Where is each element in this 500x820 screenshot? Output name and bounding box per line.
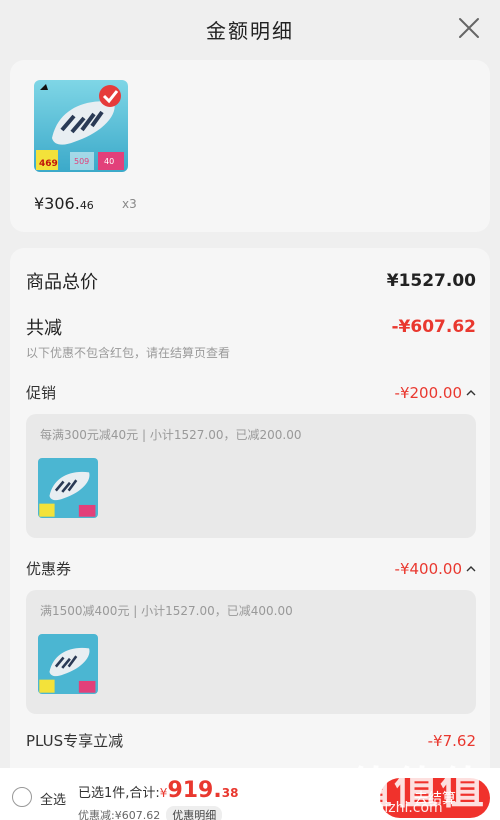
coupon-value: -¥400.00 [394,559,462,578]
discount-detail-chip[interactable]: 优惠明细 [166,806,223,820]
promotion-label: 促销 [26,384,57,402]
product-quantity: x3 [122,197,137,211]
total-price-row: 商品总价 ¥1527.00 [26,268,476,294]
total-price-label: 商品总价 [26,272,98,293]
total-reduction-label: 共减 [26,318,62,339]
plus-reduction-value: -¥7.62 [427,731,476,750]
coupon-detail-box: 满1500减400元 | 小计1527.00，已减400.00 [26,590,476,714]
total-reduction-value: -¥607.62 [391,317,477,337]
promotion-product-thumbnail [38,458,98,518]
total-price-value: ¥1527.00 [386,271,476,291]
product-thumbnail[interactable]: 469 509 40 [34,80,128,172]
total-amount: ¥919.38 [159,778,239,803]
price-detail-card: 商品总价 ¥1527.00 共减 -¥607.62 以下优惠不包含红包，请在结算… [10,248,490,808]
sheet-title: 金额明细 [206,18,294,43]
chevron-up-icon[interactable] [466,564,476,574]
thumb-badge-1: 509 [74,157,89,166]
product-card: 469 509 40 ¥306.46 x3 [10,60,490,232]
select-all-radio[interactable] [12,787,32,807]
close-icon[interactable] [456,15,482,41]
selected-count-text: 已选1件,合计: [78,786,160,801]
coupon-product-thumbnail [38,634,98,694]
discount-note: 以下优惠不包含红包，请在结算页查看 [26,346,231,360]
chevron-up-icon[interactable] [466,388,476,398]
checkout-bar: 全选 已选1件,合计: ¥919.38 优惠减:¥607.62 优惠明细 去结算 [0,768,500,820]
amount-detail-sheet: 金额明细 469 509 40 ¥306.46 x3 商品总价 ¥1527.00… [0,0,500,820]
plus-reduction-label: PLUS专享立减 [26,732,124,750]
select-all-label[interactable]: 全选 [40,789,66,808]
selected-total: 已选1件,合计: ¥919.38 [78,778,238,803]
coupon-label: 优惠券 [26,560,72,578]
promotion-row[interactable]: 促销 -¥200.00 [26,382,476,403]
thumb-badge-2: 40 [104,157,114,166]
promotion-detail-text: 每满300元减40元 | 小计1527.00，已减200.00 [40,428,302,442]
coupon-row[interactable]: 优惠券 -¥400.00 [26,558,476,579]
promotion-value: -¥200.00 [394,383,462,402]
checkout-button[interactable]: 去结算 [380,778,490,818]
product-price: ¥306.46 [34,194,94,213]
thumb-price: 469 [39,159,58,169]
promotion-detail-box: 每满300元减40元 | 小计1527.00，已减200.00 [26,414,476,538]
discount-amount: 优惠减:¥607.62 [78,809,161,820]
plus-reduction-row: PLUS专享立减 -¥7.62 [26,730,476,751]
total-reduction-row: 共减 -¥607.62 [26,314,476,340]
coupon-detail-text: 满1500减400元 | 小计1527.00，已减400.00 [40,604,293,618]
sheet-header: 金额明细 [0,0,500,58]
